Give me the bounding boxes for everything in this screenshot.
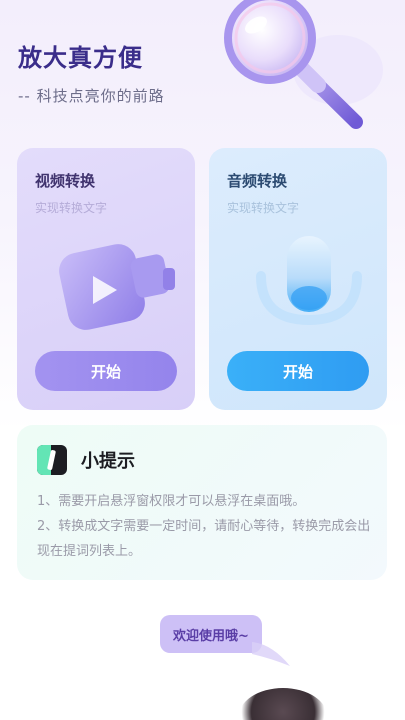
pen-icon <box>37 445 67 475</box>
video-convert-card[interactable]: 视频转换 实现转换文字 开始 <box>17 148 195 410</box>
tip-item: 1、需要开启悬浮窗权限才可以悬浮在桌面哦。 <box>37 494 306 509</box>
bubble-tail <box>252 642 290 666</box>
tips-list: 1、需要开启悬浮窗权限才可以悬浮在桌面哦。 2、转换成文字需要一定时间，请耐心等… <box>37 489 373 564</box>
microphone-icon <box>256 236 362 326</box>
video-camera-icon <box>59 244 175 330</box>
tips-title: 小提示 <box>81 451 135 472</box>
audio-card-subtitle: 实现转换文字 <box>227 201 300 215</box>
header: 放大真方便 -- 科技点亮你的前路 <box>18 38 165 106</box>
tips-header: 小提示 <box>37 445 135 475</box>
page-subtitle: -- 科技点亮你的前路 <box>18 87 165 105</box>
audio-card-title: 音频转换 <box>227 172 288 190</box>
tips-panel: 小提示 1、需要开启悬浮窗权限才可以悬浮在桌面哦。 2、转换成文字需要一定时间，… <box>17 425 387 580</box>
welcome-bubble: 欢迎使用哦~ <box>160 615 262 653</box>
audio-convert-card[interactable]: 音频转换 实现转换文字 开始 <box>209 148 387 410</box>
mascot-avatar <box>238 688 328 720</box>
tip-item: 2、转换成文字需要一定时间，请耐心等待，转换完成会出现在提词列表上。 <box>37 519 371 559</box>
video-card-subtitle: 实现转换文字 <box>35 201 108 215</box>
magnifier-icon <box>224 0 383 129</box>
video-card-title: 视频转换 <box>35 172 96 190</box>
page-title: 放大真方便 <box>18 44 143 72</box>
audio-start-button[interactable]: 开始 <box>227 351 369 391</box>
video-start-button[interactable]: 开始 <box>35 351 177 391</box>
